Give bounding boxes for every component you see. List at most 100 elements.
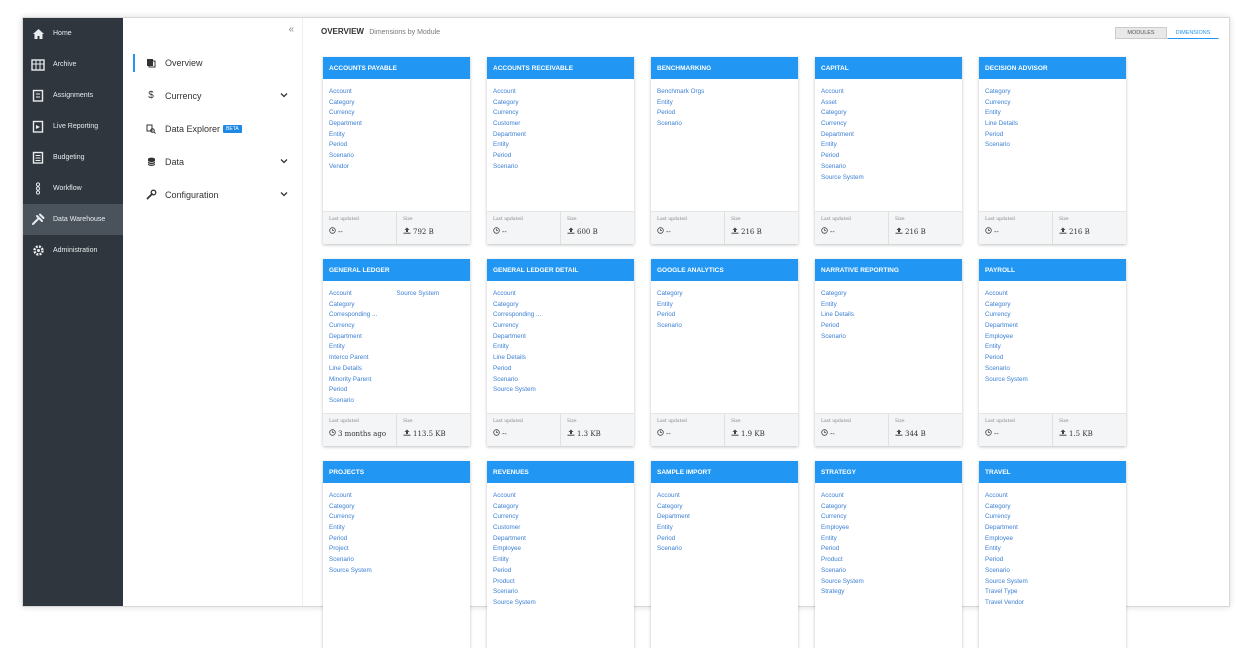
dimension-link[interactable]: Category [493, 98, 561, 109]
nav-item-assignments[interactable]: Assignments [23, 80, 123, 111]
dimension-link[interactable]: Department [493, 130, 561, 141]
dimension-link[interactable]: Source System [821, 173, 889, 184]
dimension-link[interactable]: Scenario [985, 364, 1053, 375]
dimension-link[interactable]: Period [985, 130, 1053, 141]
dimension-link[interactable]: Period [985, 555, 1053, 566]
dimension-link[interactable]: Category [821, 108, 889, 119]
nav-item-workflow[interactable]: Workflow [23, 173, 123, 204]
dimension-link[interactable]: Benchmark Orgs [657, 87, 725, 98]
module-card-title[interactable]: ACCOUNTS RECEIVABLE [487, 57, 634, 79]
dimension-link[interactable]: Currency [329, 321, 397, 332]
dimension-link[interactable]: Line Details [821, 310, 889, 321]
dimension-link[interactable]: Period [821, 544, 889, 555]
dimension-link[interactable]: Period [329, 534, 397, 545]
dimension-link[interactable]: Source System [821, 577, 889, 588]
dimension-link[interactable]: Department [493, 534, 561, 545]
dimension-link[interactable]: Scenario [657, 544, 725, 555]
dimension-link[interactable]: Scenario [985, 566, 1053, 577]
dimension-link[interactable]: Entity [821, 140, 889, 151]
chevron-down-icon[interactable] [280, 189, 288, 199]
module-card-title[interactable]: SAMPLE IMPORT [651, 461, 798, 483]
dimension-link[interactable]: Period [493, 364, 561, 375]
dimension-link[interactable]: Product [821, 555, 889, 566]
subnav-item-data-explorer[interactable]: Data Explorer BETA [123, 112, 302, 145]
nav-item-data-warehouse[interactable]: Data Warehouse [23, 204, 123, 235]
subnav-item-overview[interactable]: Overview [123, 46, 302, 79]
module-card-title[interactable]: ACCOUNTS PAYABLE [323, 57, 470, 79]
nav-item-budgeting[interactable]: Budgeting [23, 142, 123, 173]
dimension-link[interactable]: Account [329, 87, 397, 98]
dimension-link[interactable]: Category [657, 289, 725, 300]
dimension-link[interactable]: Category [821, 289, 889, 300]
dimension-link[interactable]: Category [329, 300, 397, 311]
dimension-link[interactable]: Currency [493, 108, 561, 119]
dimension-link[interactable]: Account [493, 289, 561, 300]
dimension-link[interactable]: Entity [985, 544, 1053, 555]
dimension-link[interactable]: Account [329, 491, 397, 502]
subnav-item-currency[interactable]: $ Currency [123, 79, 302, 112]
dimension-link[interactable]: Period [329, 140, 397, 151]
dimension-link[interactable]: Strategy [821, 587, 889, 598]
dimension-link[interactable]: Entity [329, 342, 397, 353]
nav-item-home[interactable]: Home [23, 18, 123, 49]
dimension-link[interactable]: Currency [821, 119, 889, 130]
dimension-link[interactable]: Period [329, 385, 397, 396]
dimension-link[interactable]: Department [329, 332, 397, 343]
module-card-title[interactable]: TRAVEL [979, 461, 1126, 483]
dimension-link[interactable]: Department [329, 119, 397, 130]
dimension-link[interactable]: Period [493, 566, 561, 577]
dimension-link[interactable]: Line Details [985, 119, 1053, 130]
subnav-item-data[interactable]: Data [123, 145, 302, 178]
dimension-link[interactable]: Source System [329, 566, 397, 577]
dimension-link[interactable]: Entity [821, 300, 889, 311]
dimension-link[interactable]: Account [821, 87, 889, 98]
dimension-link[interactable]: Department [493, 332, 561, 343]
nav-item-live-reporting[interactable]: Live Reporting [23, 111, 123, 142]
dimension-link[interactable]: Currency [329, 108, 397, 119]
collapse-sidebar-button[interactable]: « [288, 24, 294, 35]
dimension-link[interactable]: Asset [821, 98, 889, 109]
dimension-link[interactable]: Scenario [821, 162, 889, 173]
dimension-link[interactable]: Period [985, 353, 1053, 364]
dimension-link[interactable]: Currency [985, 98, 1053, 109]
dimension-link[interactable]: Account [493, 87, 561, 98]
dimension-link[interactable]: Source System [397, 289, 465, 300]
module-card-title[interactable]: GENERAL LEDGER [323, 259, 470, 281]
dimension-link[interactable]: Line Details [329, 364, 397, 375]
dimension-link[interactable]: Account [821, 491, 889, 502]
dimension-link[interactable]: Category [493, 300, 561, 311]
dimension-link[interactable]: Entity [493, 555, 561, 566]
dimension-link[interactable]: Source System [493, 598, 561, 609]
dimension-link[interactable]: Employee [985, 332, 1053, 343]
nav-item-administration[interactable]: Administration [23, 235, 123, 266]
dimension-link[interactable]: Vendor [329, 162, 397, 173]
dimension-link[interactable]: Department [985, 523, 1053, 534]
dimension-link[interactable]: Account [985, 289, 1053, 300]
dimension-link[interactable]: Account [657, 491, 725, 502]
dimension-link[interactable]: Period [657, 310, 725, 321]
dimension-link[interactable]: Currency [821, 512, 889, 523]
dimension-link[interactable]: Corresponding ... [329, 310, 397, 321]
dimension-link[interactable]: Scenario [985, 140, 1053, 151]
dimension-link[interactable]: Entity [657, 98, 725, 109]
dimension-link[interactable]: Period [657, 534, 725, 545]
dimension-link[interactable]: Corresponding ... [493, 310, 561, 321]
dimension-link[interactable]: Travel Vendor [985, 598, 1053, 609]
module-card-title[interactable]: DECISION ADVISOR [979, 57, 1126, 79]
dimension-link[interactable]: Currency [329, 512, 397, 523]
dimension-link[interactable]: Minority Parent [329, 375, 397, 386]
dimension-link[interactable]: Scenario [329, 151, 397, 162]
dimension-link[interactable]: Entity [657, 523, 725, 534]
dimension-link[interactable]: Entity [657, 300, 725, 311]
dimension-link[interactable]: Entity [493, 342, 561, 353]
dimension-link[interactable]: Category [493, 502, 561, 513]
dimension-link[interactable]: Employee [985, 534, 1053, 545]
dimension-link[interactable]: Category [329, 502, 397, 513]
dimension-link[interactable]: Category [985, 300, 1053, 311]
dimension-link[interactable]: Entity [329, 523, 397, 534]
dimension-link[interactable]: Currency [985, 512, 1053, 523]
modules-toggle-button[interactable]: MODULES [1115, 27, 1167, 39]
dimension-link[interactable]: Category [985, 87, 1053, 98]
dimension-link[interactable]: Period [821, 321, 889, 332]
module-card-title[interactable]: CAPITAL [815, 57, 962, 79]
